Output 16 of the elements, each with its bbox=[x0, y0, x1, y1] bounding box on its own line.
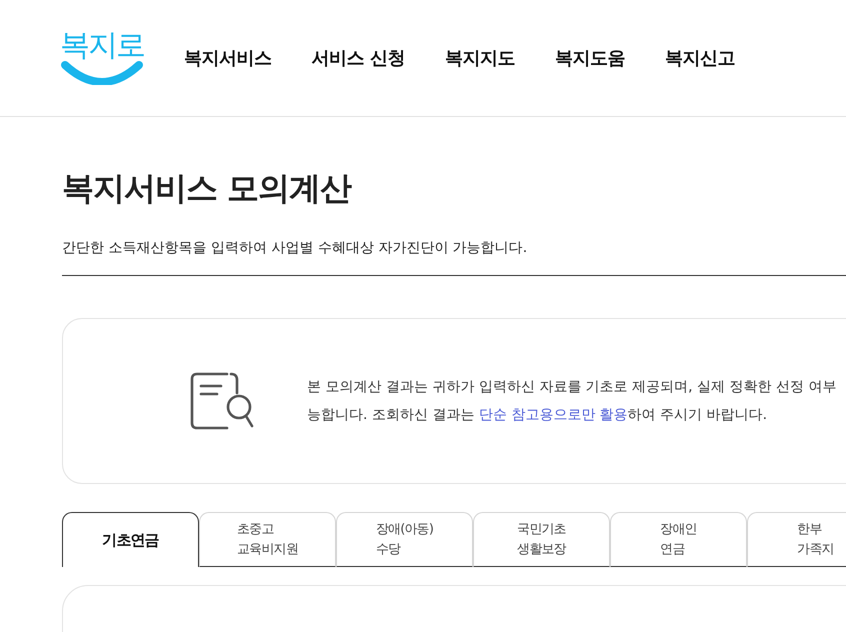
tab[interactable]: 한부 가족지 bbox=[747, 512, 846, 567]
nav-item[interactable]: 복지지도 bbox=[444, 46, 515, 70]
page-description: 간단한 소득재산항목을 입력하여 사업별 수혜대상 자가진단이 가능합니다. bbox=[62, 239, 528, 257]
document-search-icon bbox=[189, 371, 255, 431]
tab[interactable]: 초중고 교육비지원 bbox=[199, 512, 336, 567]
nav-item[interactable]: 복지서비스 bbox=[184, 46, 272, 70]
nav-item[interactable]: 복지신고 bbox=[664, 46, 735, 70]
tab[interactable]: 장애인 연금 bbox=[610, 512, 747, 567]
notice-text: 본 모의계산 결과는 귀하가 입력하신 자료를 기초로 제공되며, 실제 정확한 선정 여부 능합니다. 조회하신 결과는 단순 참고용으로만 활용하여 주시기 바랍니다. bbox=[307, 378, 836, 425]
nav-item[interactable]: 서비스 신청 bbox=[312, 46, 405, 70]
tab[interactable]: 장애(아동) 수당 bbox=[336, 512, 473, 567]
smile-icon bbox=[60, 59, 144, 85]
nav-item[interactable]: 복지도움 bbox=[554, 46, 625, 70]
tab[interactable]: 국민기초 생활보장 bbox=[473, 512, 610, 567]
tab[interactable]: 기초연금 bbox=[62, 512, 199, 567]
page-title: 복지서비스 모의계산 bbox=[62, 168, 353, 209]
